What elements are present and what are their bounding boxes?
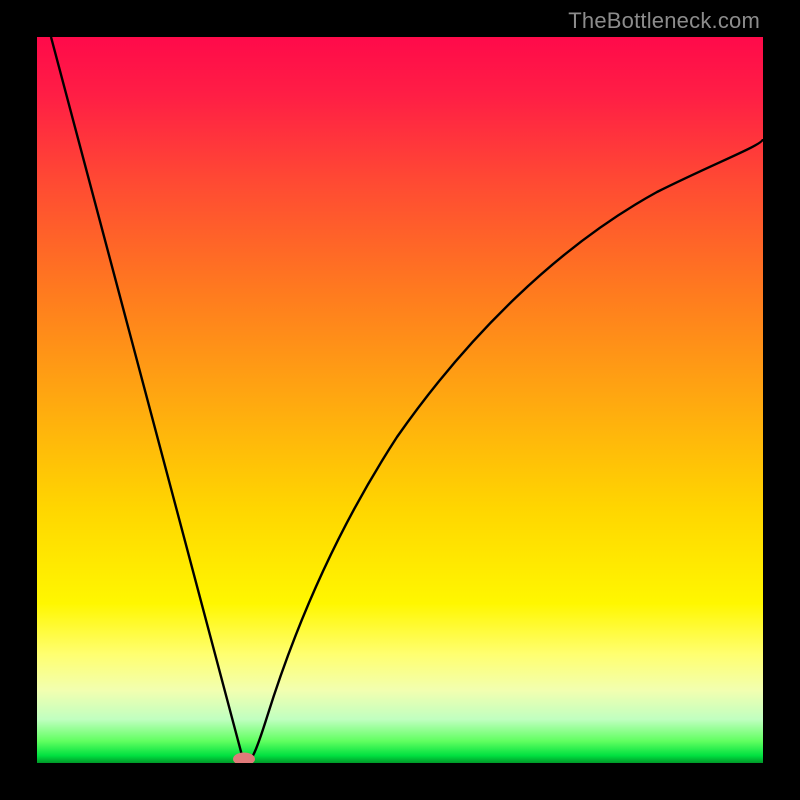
plot-area xyxy=(37,37,763,763)
bottleneck-curve xyxy=(51,37,763,763)
chart-frame: TheBottleneck.com xyxy=(0,0,800,800)
minimum-marker xyxy=(233,753,255,764)
watermark-text: TheBottleneck.com xyxy=(568,8,760,34)
curve-svg xyxy=(37,37,763,763)
